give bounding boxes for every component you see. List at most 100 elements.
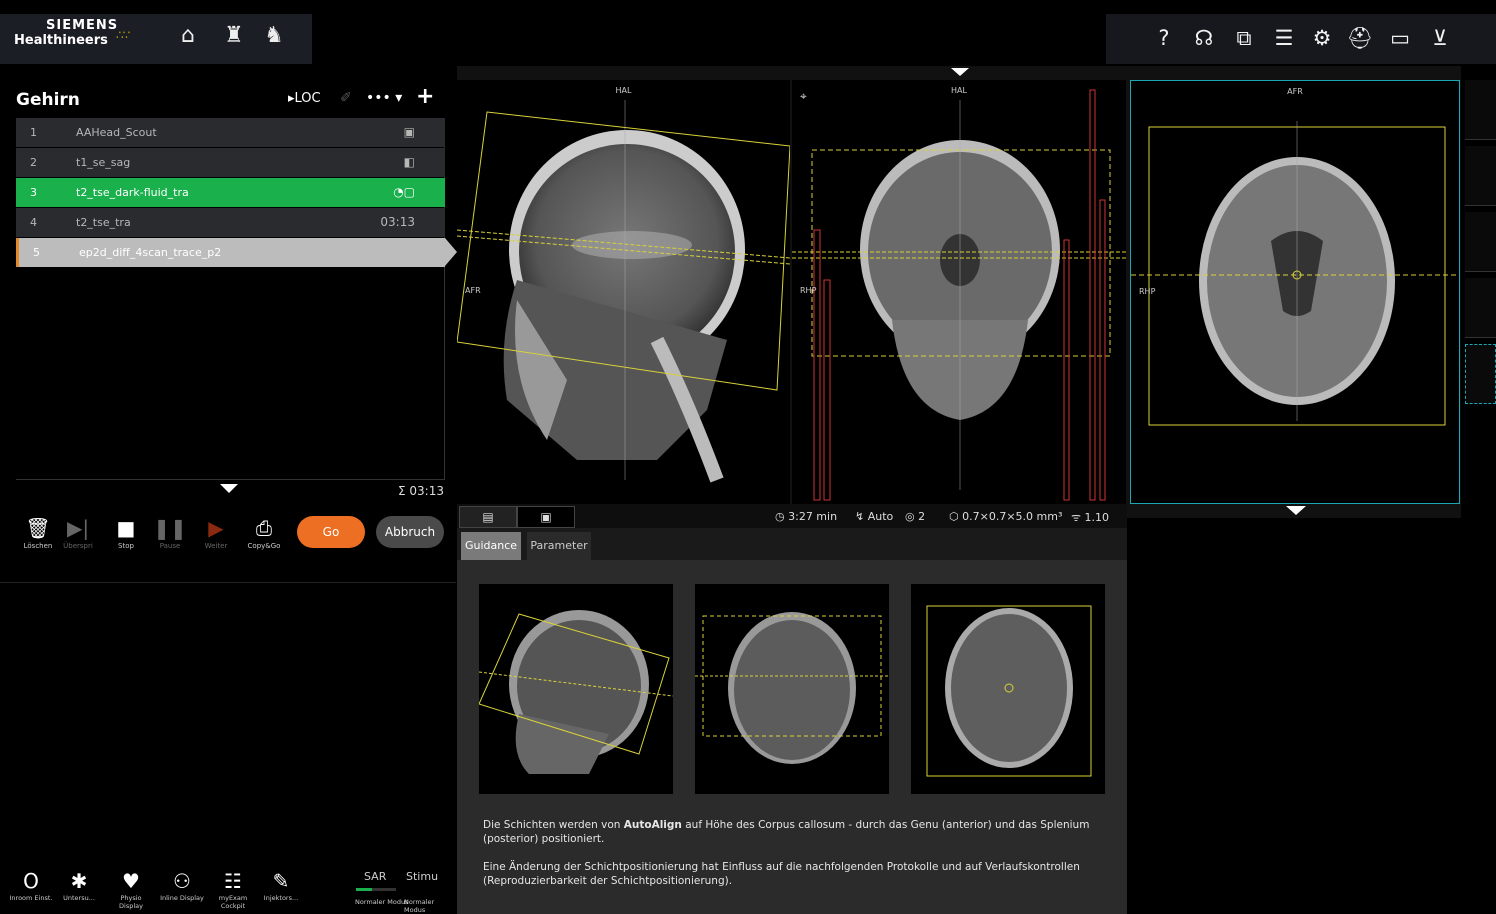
done-icon: ▣ [403, 125, 415, 139]
toolbox-icon[interactable]: ⛑ [1346, 24, 1374, 52]
protocol-queue: 1 AAHead_Scout ▣ 2 t1_se_sag ◧ 3 t2_tse_… [16, 118, 457, 480]
voxel-size: ⬡ 0.7×0.7×5.0 mm³ [949, 510, 1063, 523]
queue-row-4[interactable]: 4 t2_tse_tra 03:13 [16, 208, 445, 237]
collapse-viewer-icon[interactable] [1286, 506, 1306, 515]
stop-icon: ■ [116, 516, 136, 540]
windows-icon[interactable]: ⧉ [1230, 24, 1258, 52]
viewport-coronal[interactable]: ⌖ HAL RHP [792, 80, 1126, 504]
skip-icon: ▶| [66, 516, 90, 540]
auto-setting: ↯ Auto [855, 510, 894, 523]
viewport-axial[interactable]: AFR RHP [1130, 80, 1460, 504]
continue-button[interactable]: ▶ Weiter [196, 516, 236, 550]
thumbnail[interactable] [1465, 344, 1496, 404]
expand-arrow-icon[interactable] [951, 68, 969, 76]
exam-title: Gehirn [16, 90, 80, 110]
orientation-left: RHP [800, 286, 817, 295]
staff-icon[interactable]: ♞ [260, 22, 288, 50]
inroom-settings-button[interactable]: Ο Inroom Einst. [8, 868, 54, 902]
tab-guidance[interactable]: Guidance [461, 532, 521, 560]
cart-icon[interactable]: ⊻ [1426, 24, 1454, 52]
syringe-icon: ✎ [272, 869, 290, 893]
accel-factor: ᯤ 1.10 [1071, 511, 1110, 524]
system-toolbar: ? ☊ ⧉ ☰ ⚙ ⛑ ▭ ⊻ [1106, 14, 1496, 64]
thumbnail[interactable] [1465, 212, 1496, 272]
layout-tab[interactable]: ▤ [459, 506, 517, 528]
stim-label: Stimu [406, 870, 439, 883]
grid-icon: ▤ [482, 510, 494, 524]
guidance-tabs: Guidance Parameter [457, 528, 1127, 560]
stop-button[interactable]: ■ Stop [106, 516, 146, 550]
sagittal-image [457, 100, 790, 483]
queue-icon[interactable]: ☰ [1270, 24, 1298, 52]
more-menu-button[interactable]: ••• ▾ [366, 90, 402, 106]
thumbnail-strip [1464, 66, 1496, 406]
orientation-left: AFR [465, 286, 481, 295]
exam-queue-panel: Gehirn ▸LOC ✐ ••• ▾ + 1 AAHead_Scout ▣ 2… [0, 64, 457, 914]
help-icon[interactable]: ? [1150, 24, 1178, 52]
thumbnail[interactable] [1465, 278, 1496, 338]
total-time: Σ 03:13 [398, 484, 444, 498]
queue-row-5[interactable]: 5 ep2d_diff_4scan_trace_p2 [16, 238, 457, 267]
home-icon[interactable]: ⌂ [174, 22, 202, 50]
recorder-icon[interactable]: ▭ [1386, 24, 1414, 52]
inroom-icon: Ο [23, 869, 39, 893]
settings-icon: ✱ [70, 869, 88, 893]
gear-icon[interactable]: ⚙ [1308, 24, 1336, 52]
abort-button[interactable]: Abbruch [376, 516, 444, 548]
coronal-image: ⌖ [792, 89, 1126, 501]
add-protocol-button[interactable]: + [416, 84, 434, 109]
patient-icon[interactable]: ♜ [220, 22, 248, 50]
examination-button[interactable]: ✱ Untersu... [56, 868, 102, 902]
go-button[interactable]: Go [297, 516, 365, 548]
cockpit-icon: ☷ [224, 869, 242, 893]
orientation-top: HAL [951, 86, 967, 95]
queue-row-2[interactable]: 2 t1_se_sag ◧ [16, 148, 445, 177]
heart-icon: ♥ [122, 869, 140, 893]
guide-image-axial [911, 584, 1105, 794]
viewport-sagittal[interactable]: HAL AFR [457, 80, 790, 504]
card-tab[interactable]: ▣ [517, 506, 575, 528]
logo-dots-icon: ∴∵ [116, 28, 130, 42]
empty-area [1127, 518, 1496, 914]
myexam-cockpit-button[interactable]: ☷ myExam Cockpit [210, 868, 256, 910]
inline-display-button[interactable]: ⚇ Inline Display [159, 868, 205, 902]
orientation-left: RHP [1139, 287, 1156, 296]
scan-time: ◷ 3:27 min [775, 510, 838, 523]
injector-button[interactable]: ✎ Injektors... [258, 868, 304, 902]
copy-go-icon: ⎙ [256, 516, 272, 540]
collapse-arrow-icon[interactable] [220, 484, 238, 493]
logo-area: SIEMENS Healthineers ∴∵ ⌂ ♜ ♞ [0, 14, 312, 64]
headset-icon[interactable]: ☊ [1190, 24, 1218, 52]
viewer-status-bar: ▤ ▣ ◷ 3:27 min ↯ Auto ◎ 2 ⬡ 0.7×0.7×5.0 … [457, 504, 1127, 528]
sar-level-bar [356, 888, 396, 891]
done-icon: ◧ [403, 155, 415, 169]
pause-icon: ❚❚ [153, 516, 187, 540]
delete-button[interactable]: 🗑 Löschen [18, 516, 58, 550]
thumbnail[interactable] [1465, 80, 1496, 140]
guide-image-coronal [695, 584, 889, 794]
queue-row-3[interactable]: 3 t2_tse_dark-fluid_tra ◔▢ [16, 178, 445, 207]
queue-row-1[interactable]: 1 AAHead_Scout ▣ [16, 118, 445, 147]
pin-icon[interactable]: ✐ [340, 90, 352, 106]
guidance-note: Eine Änderung der Schichtpositionierung … [483, 861, 1080, 887]
physio-display-button[interactable]: ♥ Physio Display [108, 868, 154, 910]
siemens-logo: SIEMENS Healthineers ∴∵ [14, 18, 130, 48]
averages-setting: ◎ 2 [905, 510, 926, 523]
copy-go-button[interactable]: ⎙ Copy&Go [244, 516, 284, 550]
thumbnail[interactable] [1465, 146, 1496, 206]
sar-mode: Normaler Modus [355, 898, 409, 906]
pause-button[interactable]: ❚❚ Pause [150, 516, 190, 550]
progress-icon: ◔▢ [393, 185, 415, 199]
guidance-panel: Die Schichten werden von AutoAlign auf H… [457, 560, 1127, 914]
skip-button[interactable]: ▶| Überspri [58, 516, 98, 550]
trash-icon: 🗑 [25, 516, 51, 540]
divider [0, 582, 456, 583]
inline-display-icon: ⚇ [173, 869, 191, 893]
guidance-text: Die Schichten werden von AutoAlign auf H… [483, 819, 1090, 845]
orientation-top: HAL [615, 86, 632, 95]
guide-image-sagittal [479, 584, 673, 794]
top-bar: SIEMENS Healthineers ∴∵ ⌂ ♜ ♞ ? ☊ ⧉ ☰ ⚙ … [0, 14, 1496, 64]
loc-button[interactable]: ▸LOC [288, 91, 321, 106]
card-icon: ▣ [540, 510, 552, 524]
tab-parameter[interactable]: Parameter [527, 532, 591, 560]
